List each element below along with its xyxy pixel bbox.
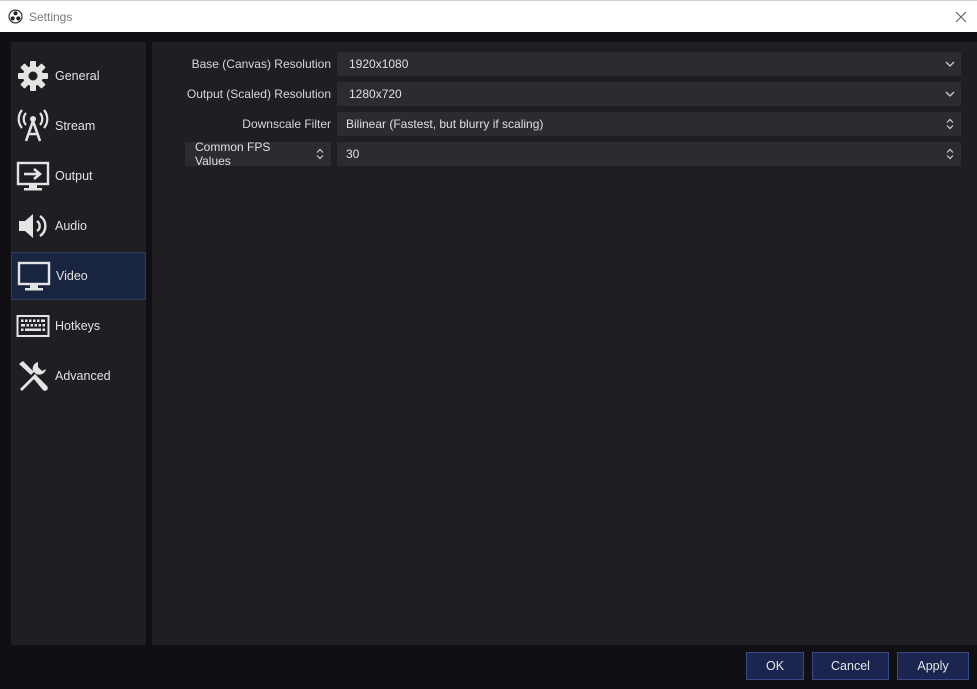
gear-icon bbox=[16, 59, 50, 93]
speaker-icon bbox=[16, 209, 50, 243]
title-bar: Settings bbox=[0, 0, 977, 32]
downscale-filter-select[interactable]: Bilinear (Fastest, but blurry if scaling… bbox=[337, 112, 961, 136]
apply-button[interactable]: Apply bbox=[897, 652, 969, 680]
sidebar-item-stream[interactable]: Stream bbox=[11, 102, 146, 150]
fps-type-select[interactable]: Common FPS Values bbox=[185, 140, 331, 168]
video-settings-panel: Base (Canvas) Resolution 1920x1080 Outpu… bbox=[152, 42, 977, 645]
output-resolution-label: Output (Scaled) Resolution bbox=[186, 87, 331, 101]
settings-window: General Stream Output Audio Video Hotkey… bbox=[0, 32, 977, 689]
sidebar-item-label: Hotkeys bbox=[55, 319, 101, 333]
sidebar: General Stream Output Audio Video Hotkey… bbox=[11, 42, 146, 645]
cancel-button[interactable]: Cancel bbox=[812, 652, 889, 680]
ok-button[interactable]: OK bbox=[746, 652, 804, 680]
broadcast-tower-icon bbox=[16, 109, 50, 143]
close-icon bbox=[955, 11, 967, 23]
sidebar-item-hotkeys[interactable]: Hotkeys bbox=[11, 302, 146, 350]
tools-icon bbox=[16, 359, 50, 393]
close-button[interactable] bbox=[949, 5, 973, 29]
window-title: Settings bbox=[29, 10, 73, 24]
base-resolution-dropdown[interactable]: 1920x1080 bbox=[337, 52, 961, 76]
sidebar-item-advanced[interactable]: Advanced bbox=[11, 352, 146, 400]
obs-logo-icon bbox=[8, 9, 23, 24]
up-down-chevron-icon bbox=[939, 112, 961, 136]
chevron-down-icon bbox=[939, 52, 961, 76]
monitor-icon bbox=[17, 259, 51, 293]
sidebar-item-label: Audio bbox=[55, 219, 87, 233]
sidebar-item-audio[interactable]: Audio bbox=[11, 202, 146, 250]
base-resolution-label: Base (Canvas) Resolution bbox=[191, 57, 331, 71]
sidebar-item-output[interactable]: Output bbox=[11, 152, 146, 200]
fps-value-select[interactable]: 30 bbox=[337, 142, 961, 166]
base-resolution-value: 1920x1080 bbox=[349, 57, 409, 71]
output-resolution-value: 1280x720 bbox=[349, 87, 402, 101]
downscale-filter-label: Downscale Filter bbox=[242, 117, 331, 131]
sidebar-item-video[interactable]: Video bbox=[11, 252, 146, 300]
output-monitor-icon bbox=[16, 159, 50, 193]
sidebar-item-label: Advanced bbox=[55, 369, 111, 383]
output-resolution-dropdown[interactable]: 1280x720 bbox=[337, 82, 961, 106]
fps-type-value: Common FPS Values bbox=[195, 140, 271, 168]
fps-value: 30 bbox=[346, 147, 360, 161]
sidebar-item-general[interactable]: General bbox=[11, 52, 146, 100]
up-down-chevron-icon bbox=[309, 142, 331, 166]
sidebar-item-label: Video bbox=[56, 269, 88, 283]
up-down-chevron-icon bbox=[939, 142, 961, 166]
keyboard-icon bbox=[16, 309, 50, 343]
downscale-filter-value: Bilinear (Fastest, but blurry if scaling… bbox=[346, 117, 544, 131]
chevron-down-icon bbox=[939, 82, 961, 106]
sidebar-item-label: General bbox=[55, 69, 100, 83]
sidebar-item-label: Output bbox=[55, 169, 93, 183]
sidebar-item-label: Stream bbox=[55, 119, 96, 133]
